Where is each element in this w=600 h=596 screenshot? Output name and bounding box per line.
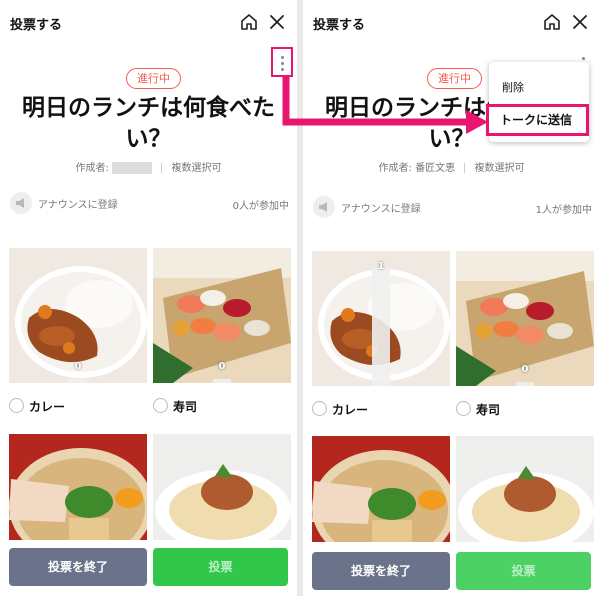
- option-image-ramen[interactable]: [312, 436, 450, 542]
- vote-button[interactable]: 投票: [456, 552, 591, 590]
- option-image-curry[interactable]: 0: [9, 248, 147, 383]
- radio-button[interactable]: [456, 401, 471, 416]
- divider: [464, 163, 466, 173]
- option-label: カレー: [29, 400, 66, 414]
- ramen-photo: [9, 434, 147, 540]
- announce-label: アナウンスに登録: [341, 204, 421, 215]
- author-label: 作成者: 番匠文恵: [378, 163, 456, 174]
- poll-screen-before: 投票する 進行中 明日のランチは何食べたい？ 作成者: 複数選択可 アナウンスに…: [0, 0, 297, 596]
- divider: [161, 163, 163, 173]
- poll-meta: 作成者: 番匠文恵 複数選択可: [303, 159, 600, 174]
- close-icon[interactable]: [267, 12, 287, 32]
- ramen-photo: [312, 436, 450, 542]
- author-label: 作成者:: [75, 163, 109, 174]
- pasta-photo: [456, 436, 594, 542]
- megaphone-icon: [10, 192, 32, 214]
- vote-bar: [516, 382, 534, 386]
- header: 投票する: [303, 0, 600, 44]
- page-title: 投票する: [313, 18, 366, 33]
- more-options-icon[interactable]: [271, 47, 293, 77]
- close-icon[interactable]: [570, 12, 590, 32]
- status-badge: 進行中: [126, 68, 181, 89]
- option-image-pasta[interactable]: [153, 434, 291, 540]
- vote-bar: [69, 379, 87, 383]
- vote-bar: [372, 268, 390, 386]
- poll-screen-menu-open: 投票する 進行中 明日のランチは何食べたい？ 作成者: 番匠文恵 複数選択可 ア…: [303, 0, 600, 596]
- page-title: 投票する: [10, 18, 63, 33]
- option-image-sushi[interactable]: 0: [153, 248, 291, 383]
- radio-button[interactable]: [153, 398, 168, 413]
- poll-question: 明日のランチは何食べたい？: [22, 95, 275, 152]
- option-image-pasta[interactable]: [456, 436, 594, 542]
- menu-item-delete[interactable]: 削除: [502, 79, 524, 95]
- selection-mode: 複数選択可: [474, 163, 525, 174]
- home-icon[interactable]: [542, 12, 562, 32]
- option-label: 寿司: [476, 403, 501, 417]
- announce-label: アナウンスに登録: [38, 200, 118, 211]
- options-menu: 削除 トークに送信: [486, 62, 589, 142]
- radio-button[interactable]: [312, 401, 327, 416]
- poll-meta: 作成者: 複数選択可: [0, 159, 297, 174]
- author-name-redacted: [112, 162, 153, 174]
- vote-count: 1: [377, 261, 385, 272]
- option-image-sushi[interactable]: 0: [456, 251, 594, 386]
- option-label: カレー: [332, 403, 369, 417]
- home-icon[interactable]: [239, 12, 259, 32]
- end-poll-button[interactable]: 投票を終了: [9, 548, 147, 586]
- vote-button[interactable]: 投票: [153, 548, 288, 586]
- option-label: 寿司: [173, 400, 198, 414]
- megaphone-icon: [313, 196, 335, 218]
- participant-count: 0人が参加中: [232, 201, 289, 212]
- menu-item-send-to-talk[interactable]: トークに送信: [486, 104, 589, 136]
- vote-bar: [213, 379, 231, 383]
- vote-count: 0: [74, 361, 82, 372]
- radio-button[interactable]: [9, 398, 24, 413]
- end-poll-button[interactable]: 投票を終了: [312, 552, 450, 590]
- header: 投票する: [0, 0, 297, 44]
- status-badge: 進行中: [427, 68, 482, 89]
- participant-count: 1人が参加中: [535, 205, 592, 216]
- vote-count: 0: [521, 364, 529, 375]
- selection-mode: 複数選択可: [171, 163, 222, 174]
- option-image-curry[interactable]: 1: [312, 251, 450, 386]
- pasta-photo: [153, 434, 291, 540]
- vote-count: 0: [218, 361, 226, 372]
- option-image-ramen[interactable]: [9, 434, 147, 540]
